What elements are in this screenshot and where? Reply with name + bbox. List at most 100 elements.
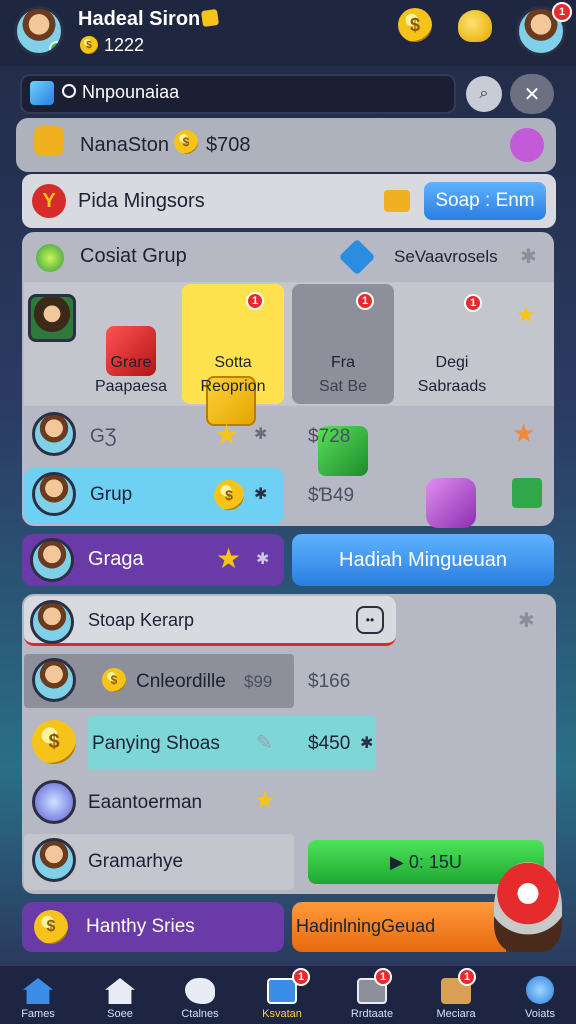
store-title: NanaSton [80, 134, 169, 156]
snap-row-3-label: Eaantoerman [88, 792, 203, 813]
tab-label: Meciara [436, 1008, 476, 1020]
snap-row-1-avatar [32, 658, 76, 702]
tab-voice[interactable]: Voiats [504, 972, 576, 1024]
gift-box-icon [34, 126, 64, 156]
group-row-2-price: $Ɓ49 [308, 485, 355, 506]
hanthy-label: Hanthy Sries [86, 916, 195, 937]
card-3-line1: Fra [331, 354, 355, 371]
snap-row-2-gear-icon[interactable]: ✱ [360, 733, 373, 753]
tab-label: Ksvatan [262, 1008, 302, 1020]
filter-button[interactable]: ⌕ [466, 76, 502, 112]
snap-row-2-coin-icon: $ [32, 720, 76, 764]
snap-header [24, 596, 396, 646]
tab-media-badge: 1 [458, 968, 476, 986]
hadiah-button[interactable]: Hadiah Mingueuan [292, 534, 554, 586]
row-2-gear-icon[interactable]: ✱ [254, 484, 267, 504]
house-icon [105, 978, 135, 1004]
group-row-2-label: Grup [90, 484, 133, 505]
snap-row-4-avatar [32, 838, 76, 882]
graga-avatar [30, 538, 74, 582]
group-row-1-label: GƷ [90, 426, 117, 447]
row-star-icon[interactable]: ★ [214, 418, 239, 451]
purple-monster-icon[interactable] [510, 128, 544, 162]
tab-reports[interactable]: Rrdtaate [336, 972, 408, 1024]
card-2-badge: 1 [246, 292, 264, 310]
ticket-icon [384, 190, 410, 212]
snap-row-3-star-icon[interactable]: ★ [254, 786, 276, 815]
promo-title: Pida Mingsors [78, 190, 205, 212]
compass-icon [32, 780, 76, 824]
snap-row-2-label: Panying Shoas [92, 733, 220, 754]
snap-title: Stoap Kerarp [88, 610, 195, 630]
search-icon [62, 84, 76, 98]
tab-media[interactable]: Meciara [420, 972, 492, 1024]
group-globe-icon [36, 244, 64, 272]
snap-row-1-tag: $99 [244, 672, 273, 691]
row-avatar-1[interactable] [32, 412, 76, 456]
tab-social[interactable]: Ctalnes [164, 972, 236, 1024]
row-gear-icon[interactable]: ✱ [254, 424, 267, 444]
hadinlning-label: HadinlningGeuad [296, 916, 436, 936]
green-box-icon[interactable] [512, 478, 542, 508]
tab-label: Voiats [525, 1008, 555, 1020]
search-input[interactable]: Nnpounaiaa [82, 82, 179, 103]
snap-row-1-price: $166 [308, 671, 351, 692]
graga-star-icon: ★ [216, 543, 242, 574]
notification-badge: 1 [552, 2, 572, 22]
card-1-line2: Paapaesa [94, 378, 168, 395]
card-3-badge: 1 [356, 292, 374, 310]
group-title: Cosiat Grup [80, 245, 187, 267]
home-icon [23, 978, 53, 1004]
snap-avatar[interactable] [30, 600, 74, 644]
card-4-line1: Degi [435, 354, 469, 371]
tab-label: Fames [21, 1008, 55, 1020]
promo-button[interactable]: Soap : Enm [424, 182, 546, 220]
snap-row-1-coin-icon: $ [102, 668, 126, 692]
star-icon: ★ [516, 302, 536, 327]
graga-label: Graga [88, 548, 144, 570]
tab-label: Rrdtaate [350, 1008, 394, 1020]
group-row-1-price: $728 [308, 426, 351, 447]
store-coin-icon: $ [174, 130, 198, 154]
gear-icon[interactable]: ✱ [520, 244, 537, 269]
gold-cube-icon [200, 8, 220, 28]
card-4-badge: 1 [464, 294, 482, 312]
gamepad-button[interactable]: ✕ [510, 74, 554, 114]
tab-tasks-badge: 1 [292, 968, 310, 986]
tab-reports-badge: 1 [374, 968, 392, 986]
tab-games[interactable]: Fames [2, 972, 74, 1024]
tab-label: Ctalnes [181, 1008, 219, 1020]
gems-icon[interactable] [458, 10, 492, 42]
hanthy-coin-icon: $ [34, 910, 68, 944]
group-right-label: SeVaavrosels [394, 247, 498, 266]
card-2-line2: Reoprion [200, 378, 266, 395]
purple-die-icon [426, 478, 476, 528]
coin-count: 1222 [104, 35, 145, 55]
card-4-line2: Sabraads [417, 378, 487, 395]
chat-icon[interactable]: •• [356, 606, 384, 634]
globe-icon [526, 976, 554, 1004]
card-avatar[interactable] [28, 294, 76, 342]
currency-icon[interactable]: $ [398, 8, 432, 42]
store-price: $708 [206, 134, 251, 156]
snap-row-2-price: $450 [308, 733, 351, 754]
cube-icon [30, 81, 54, 105]
row-avatar-2 [32, 472, 76, 516]
snap-row-4-label: Gramarhye [88, 851, 184, 872]
snap-gear-icon[interactable]: ✱ [518, 608, 535, 633]
tab-label: Soee [107, 1008, 133, 1020]
card-3-line2: Sat Be [318, 378, 368, 395]
coin-icon: $ [80, 36, 98, 54]
user-avatar[interactable] [14, 6, 64, 56]
card-1-line1: Grare [110, 354, 152, 371]
orange-star-icon[interactable]: ★ [512, 418, 535, 449]
card-2-line1: Sotta [214, 354, 252, 371]
pencil-icon[interactable]: ✎ [256, 730, 273, 755]
tab-store[interactable]: Soee [84, 972, 156, 1024]
graga-gear-icon[interactable]: ✱ [256, 549, 269, 569]
user-name: Hadeal Siron [78, 8, 201, 30]
row-2-coin-icon: $ [214, 480, 244, 510]
location-pin-icon[interactable] [494, 862, 562, 952]
app-logo-icon: Y [32, 184, 66, 218]
snap-row-1-label: Cnleordille [136, 671, 226, 692]
